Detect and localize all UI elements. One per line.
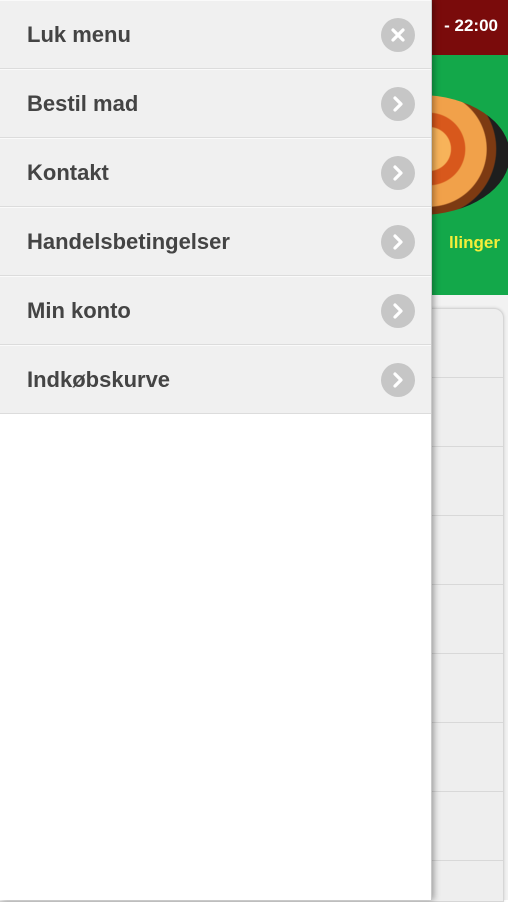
chevron-right-icon: [381, 363, 415, 397]
chevron-right-icon: [381, 225, 415, 259]
menu-item-my-account[interactable]: Min konto: [0, 276, 431, 345]
menu-item-order-food[interactable]: Bestil mad: [0, 69, 431, 138]
chevron-right-icon: [381, 156, 415, 190]
chevron-right-icon: [381, 294, 415, 328]
menu-item-shopping-cart[interactable]: Indkøbskurve: [0, 345, 431, 414]
menu-item-terms[interactable]: Handelsbetingelser: [0, 207, 431, 276]
menu-item-label: Luk menu: [27, 22, 131, 47]
menu-item-label: Indkøbskurve: [27, 367, 171, 392]
opening-hours-text: - 22:00: [444, 16, 498, 35]
chevron-right-icon: [381, 87, 415, 121]
close-icon[interactable]: [381, 18, 415, 52]
menu-item-close[interactable]: Luk menu: [0, 0, 431, 69]
side-menu-panel: Luk menu Bestil mad Kontakt Handelsbetin…: [0, 0, 432, 900]
orders-link[interactable]: llinger: [449, 233, 500, 253]
menu-item-label: Min konto: [27, 298, 131, 323]
menu-item-contact[interactable]: Kontakt: [0, 138, 431, 207]
menu-item-label: Kontakt: [27, 160, 109, 185]
menu-item-label: Handelsbetingelser: [27, 229, 230, 254]
menu-item-label: Bestil mad: [27, 91, 139, 116]
